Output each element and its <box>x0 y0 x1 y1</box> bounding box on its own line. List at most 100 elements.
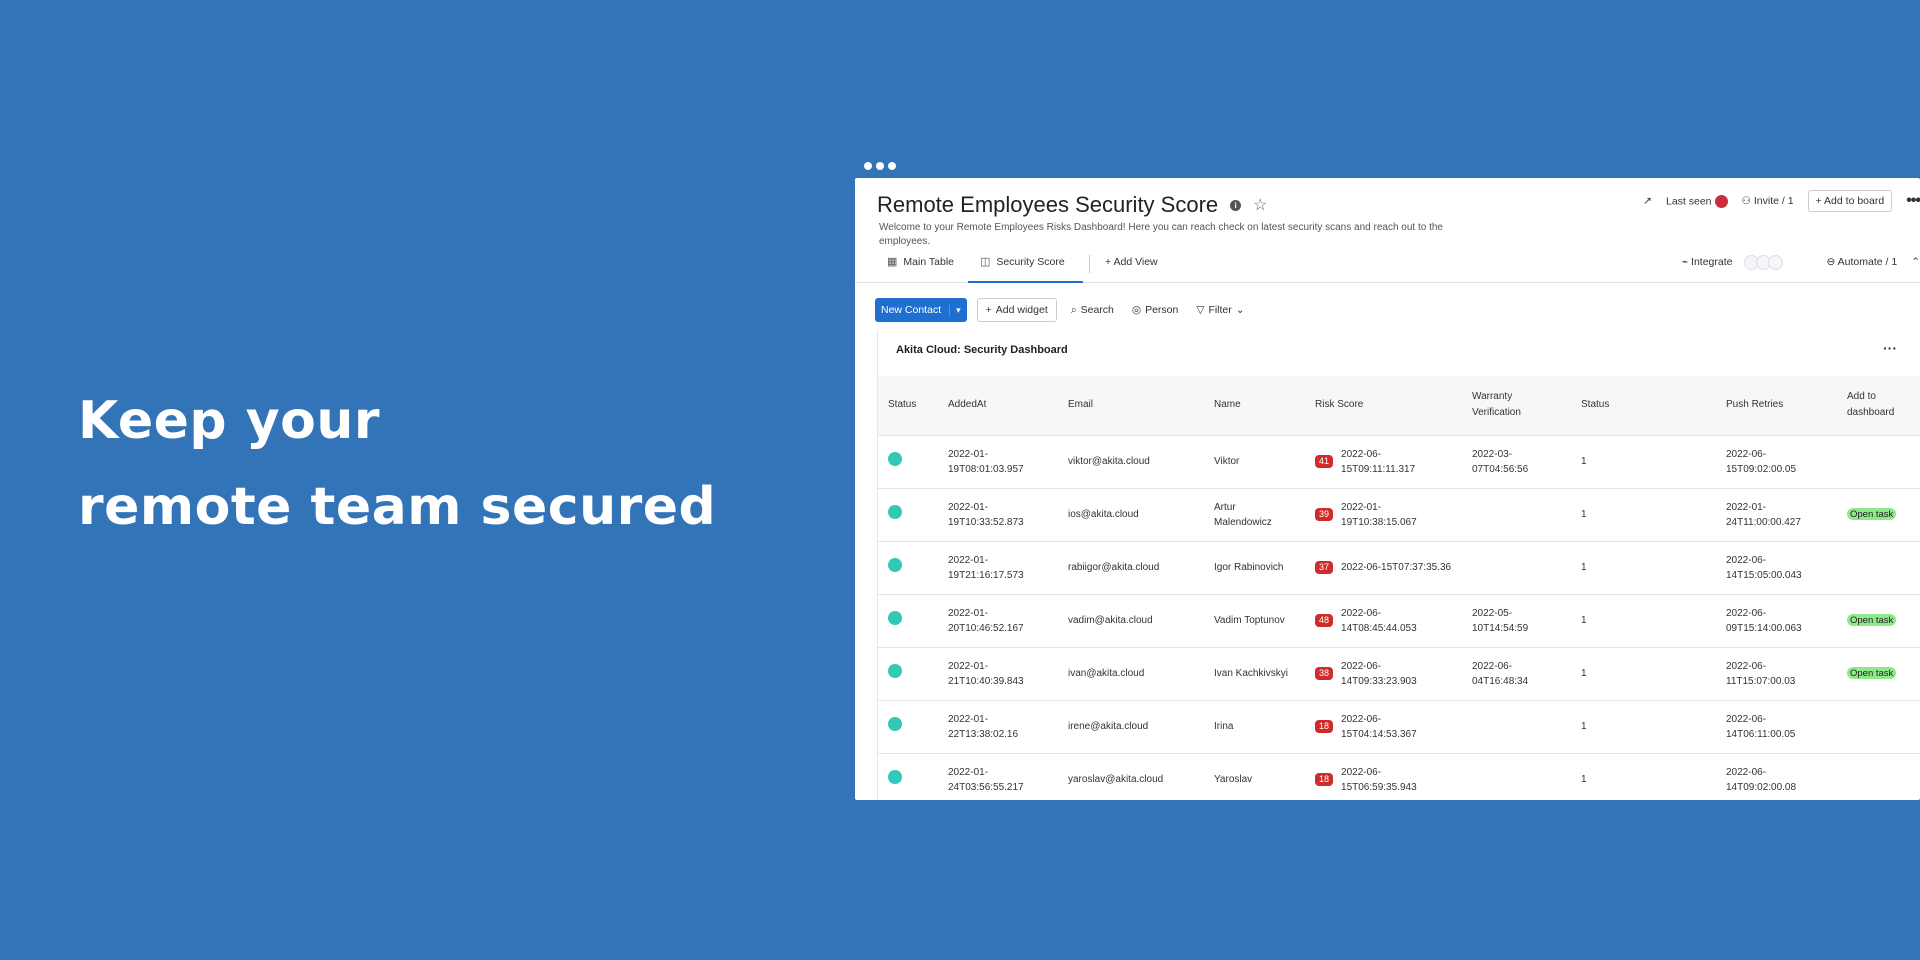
info-icon[interactable]: i <box>1230 199 1242 211</box>
chart-icon: ◫ <box>980 256 991 268</box>
column-header[interactable]: Name <box>1204 376 1305 436</box>
column-header[interactable]: Risk Score <box>1305 376 1462 436</box>
push-retries-cell: 2022-06-09T15:14:00.063 <box>1716 594 1837 648</box>
warranty-cell <box>1462 541 1571 595</box>
add-widget-button[interactable]: + Add widget <box>976 298 1057 322</box>
email-cell: vadim@akita.cloud <box>1058 594 1204 648</box>
invite-button[interactable]: ⚇ Invite / 1 <box>1742 195 1794 207</box>
new-contact-button[interactable]: New Contact ▾ <box>875 298 967 322</box>
push-retries-cell: 2022-06-14T15:05:00.043 <box>1716 541 1837 595</box>
open-task-button[interactable]: Open task <box>1847 667 1897 679</box>
app-window: Remote Employees Security Score i ☆ Welc… <box>855 178 1920 800</box>
widget-more-icon[interactable]: ··· <box>1883 340 1897 356</box>
window-dots <box>864 162 896 170</box>
tab-main-table[interactable]: ▦ Main Table <box>887 251 954 283</box>
robot-icon: ⊖ <box>1826 256 1838 268</box>
integration-icons <box>1743 254 1783 270</box>
status-cell: 1 <box>1571 753 1716 800</box>
risk-score-badge: 41 <box>1315 455 1334 468</box>
search-button[interactable]: ⌕ Search <box>1067 304 1118 317</box>
search-icon: ⌕ <box>1070 303 1077 316</box>
risk-date: 2022-01-19T10:38:15.067 <box>1341 501 1417 528</box>
column-header[interactable]: Push Retries <box>1716 376 1837 436</box>
status-dot[interactable] <box>888 770 902 784</box>
status-cell: 1 <box>1571 541 1716 595</box>
column-header[interactable]: Add to dashboard <box>1837 376 1920 436</box>
status-cell: 1 <box>1571 435 1716 489</box>
column-header[interactable]: Email <box>1058 376 1204 436</box>
table-row[interactable]: 2022-01-19T08:01:03.957 viktor@akita.clou… <box>878 435 1920 489</box>
plus-icon: + <box>985 304 992 316</box>
push-retries-cell: 2022-06-15T09:02:00.05 <box>1716 435 1837 489</box>
name-cell: Ivan Kachkivskyi <box>1204 647 1305 701</box>
email-cell: irene@akita.cloud <box>1058 700 1204 754</box>
status-cell: 1 <box>1571 594 1716 648</box>
status-dot[interactable] <box>888 452 902 466</box>
open-task-button[interactable]: Open task <box>1847 508 1897 520</box>
risk-score-badge: 18 <box>1315 773 1334 786</box>
automate-button[interactable]: ⊖ Automate / 1 <box>1827 256 1898 268</box>
risk-date: 2022-06-15T06:59:35.943 <box>1341 766 1417 793</box>
name-cell: Viktor <box>1204 435 1305 489</box>
security-table: Status AddedAt Email Name Risk Score Warranty… <box>878 376 1920 800</box>
star-icon[interactable]: ☆ <box>1253 195 1267 215</box>
added-at-cell: 2022-01-19T21:16:17.573 <box>938 541 1058 595</box>
status-dot[interactable] <box>888 664 902 678</box>
tab-divider <box>1089 255 1090 273</box>
risk-date: 2022-06-14T09:33:23.903 <box>1341 660 1417 687</box>
filter-button[interactable]: ▽ Filter ⌄ <box>1192 304 1248 316</box>
integrate-button[interactable]: ⌁ Integrate <box>1682 256 1733 268</box>
name-cell: Vadim Toptunov <box>1204 594 1305 648</box>
table-row[interactable]: 2022-01-21T10:40:39.843 ivan@akita.cloud I… <box>878 647 1920 701</box>
column-header[interactable]: Warranty Verification <box>1462 376 1571 436</box>
hero-heading: Keep your remote team secured <box>78 378 716 550</box>
column-header[interactable]: Status <box>1571 376 1716 436</box>
add-view-button[interactable]: + Add View <box>1105 251 1158 283</box>
risk-date: 2022-06-15T07:37:35.36 <box>1341 562 1452 573</box>
header-actions: ↗ Last seen ⚇ Invite / 1 + Add to board … <box>1643 190 1920 212</box>
board-header: Remote Employees Security Score i ☆ <box>877 192 1267 218</box>
person-icon: ⚇ <box>1741 195 1754 207</box>
add-to-board-button[interactable]: + Add to board <box>1807 190 1893 212</box>
activity-icon[interactable]: ↗ <box>1643 195 1652 207</box>
added-at-cell: 2022-01-22T13:38:02.16 <box>938 700 1058 754</box>
table-row[interactable]: 2022-01-20T10:46:52.167 vadim@akita.cloud… <box>878 594 1920 648</box>
status-dot[interactable] <box>888 558 902 572</box>
email-cell: ivan@akita.cloud <box>1058 647 1204 701</box>
name-cell: Artur Malendowicz <box>1204 488 1305 542</box>
tabs-actions: ⌁ Integrate ⊖ Automate / 1 ⌃ <box>1682 251 1920 273</box>
collapse-icon[interactable]: ⌃ <box>1911 256 1920 268</box>
person-filter-button[interactable]: ◎ Person <box>1128 304 1182 316</box>
added-at-cell: 2022-01-20T10:46:52.167 <box>938 594 1058 648</box>
risk-date: 2022-06-15T09:11:11.317 <box>1341 448 1416 475</box>
email-cell: viktor@akita.cloud <box>1058 435 1204 489</box>
column-header[interactable]: Status <box>878 376 938 436</box>
risk-date: 2022-06-15T04:14:53.367 <box>1341 713 1417 740</box>
email-cell: ios@akita.cloud <box>1058 488 1204 542</box>
status-dot[interactable] <box>888 505 902 519</box>
tab-security-score[interactable]: ◫ Security Score <box>968 251 1083 283</box>
status-cell: 1 <box>1571 647 1716 701</box>
risk-score-badge: 18 <box>1315 720 1334 733</box>
hero-line-2: remote team secured <box>78 477 717 537</box>
table-row[interactable]: 2022-01-24T03:56:55.217 yaroslav@akita.cl… <box>878 753 1920 800</box>
column-header[interactable]: AddedAt <box>938 376 1058 436</box>
table-row[interactable]: 2022-01-22T13:38:02.16 irene@akita.cloud I… <box>878 700 1920 754</box>
table-row[interactable]: 2022-01-19T21:16:17.573 rabiigor@akita.cl… <box>878 541 1920 595</box>
risk-score-badge: 39 <box>1315 508 1334 521</box>
name-cell: Igor Rabinovich <box>1204 541 1305 595</box>
push-retries-cell: 2022-06-14T09:02:00.08 <box>1716 753 1837 800</box>
status-dot[interactable] <box>888 611 902 625</box>
push-retries-cell: 2022-06-14T06:11:00.05 <box>1716 700 1837 754</box>
last-seen-button[interactable]: Last seen <box>1666 194 1728 208</box>
more-icon[interactable]: ••• <box>1906 192 1920 210</box>
chevron-down-icon: ⌄ <box>1235 304 1245 316</box>
status-dot[interactable] <box>888 717 902 731</box>
chevron-down-icon[interactable]: ▾ <box>949 304 967 316</box>
board-toolbar: New Contact ▾ + Add widget ⌕ Search ◎ Perso… <box>875 298 1249 322</box>
status-cell: 1 <box>1571 700 1716 754</box>
table-row[interactable]: 2022-01-19T10:33:52.873 ios@akita.cloud Ar… <box>878 488 1920 542</box>
open-task-button[interactable]: Open task <box>1847 614 1897 626</box>
security-dashboard-widget: Akita Cloud: Security Dashboard ··· Stat… <box>877 330 1920 800</box>
added-at-cell: 2022-01-19T08:01:03.957 <box>938 435 1058 489</box>
